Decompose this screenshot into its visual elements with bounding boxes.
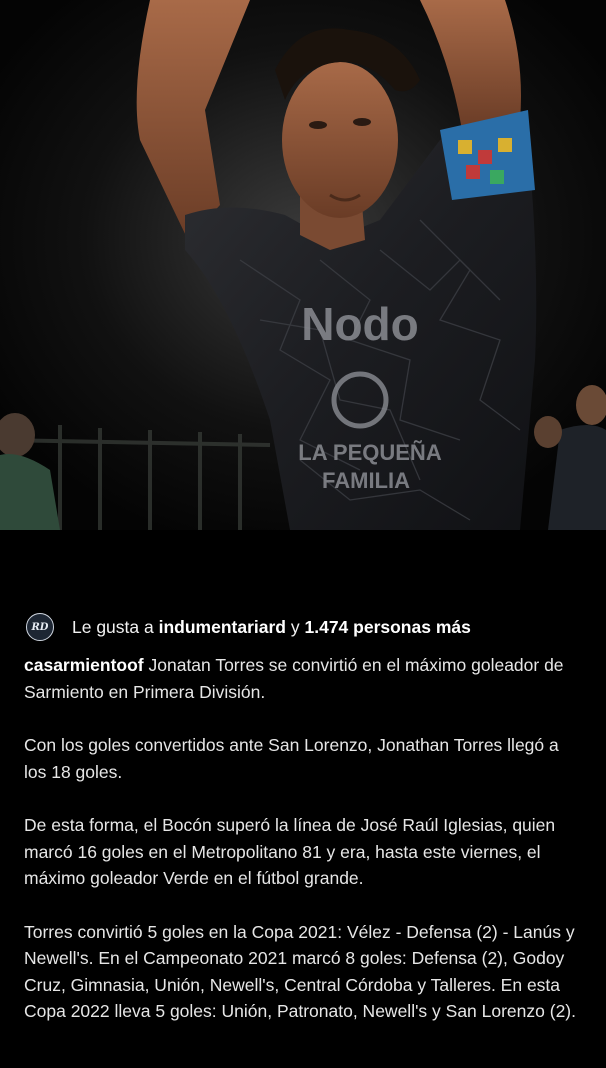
post-photo[interactable]: Nodo LA PEQUEÑA FAMILIA	[0, 0, 606, 530]
caption-paragraph: De esta forma, el Bocón superó la línea …	[24, 815, 556, 888]
likes-connector: y	[290, 616, 300, 637]
liker-avatar[interactable]: RD	[26, 613, 54, 641]
likes-count-link[interactable]: 1.474 personas más	[305, 617, 471, 637]
caption-username-link[interactable]: casarmientoof	[24, 655, 144, 675]
likes-summary[interactable]: RD Le gusta a indumentariard y 1.474 per…	[26, 612, 586, 642]
liker-username-link[interactable]: indumentariard	[159, 617, 286, 637]
likes-prefix: Le gusta a	[72, 616, 154, 637]
jersey-text-line1: LA PEQUEÑA	[298, 440, 442, 465]
caption-paragraph: casarmientoof Jonatan Torres se convirti…	[24, 652, 584, 705]
avatar-initials: RD	[31, 621, 49, 633]
jersey-text-line2: FAMILIA	[322, 468, 410, 493]
post-caption: casarmientoof Jonatan Torres se convirti…	[24, 652, 584, 1052]
caption-paragraph: Con los goles convertidos ante San Loren…	[24, 735, 559, 782]
caption-paragraph: Torres convirtió 5 goles en la Copa 2021…	[24, 921, 576, 1022]
jersey-sponsor-text: Nodo	[301, 298, 419, 350]
likes-text: Le gusta a indumentariard y 1.474 person…	[72, 617, 471, 638]
player-photo-image: Nodo LA PEQUEÑA FAMILIA	[0, 0, 606, 530]
